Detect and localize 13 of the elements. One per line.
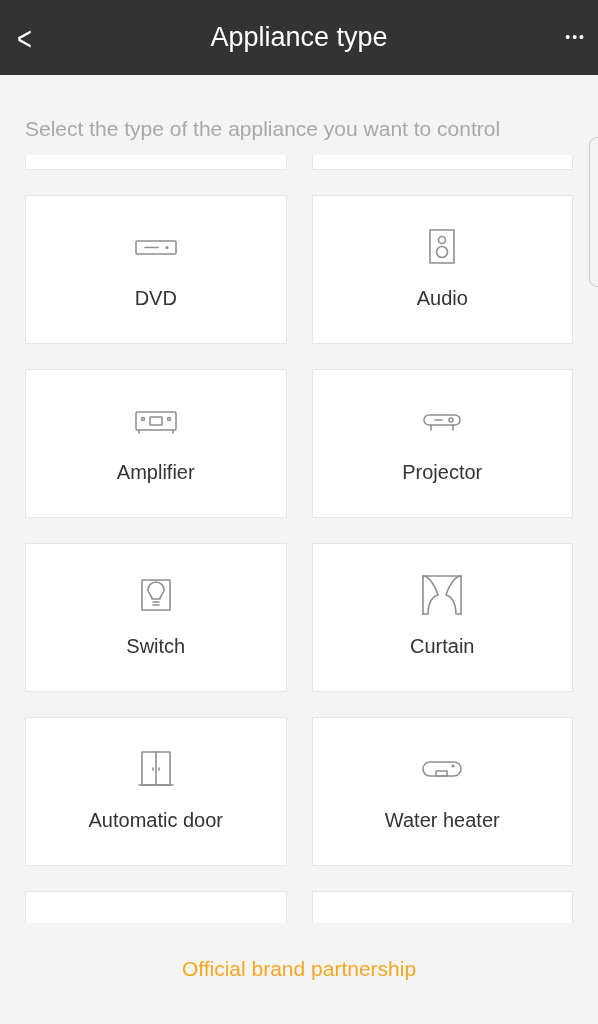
appliance-card[interactable]: Water heater xyxy=(311,716,573,866)
appliance-card[interactable]: Amplifier xyxy=(25,368,287,518)
appliance-card[interactable]: Audio xyxy=(311,194,573,344)
more-button[interactable]: ••• xyxy=(546,27,586,48)
appliance-card[interactable]: DVD xyxy=(25,194,287,344)
page-title: Appliance type xyxy=(210,21,388,55)
appliance-card[interactable]: Switch xyxy=(25,542,287,692)
appliance-card[interactable]: Projector xyxy=(311,368,573,518)
instruction-text: Select the type of the appliance you want to control xyxy=(24,116,502,142)
back-button[interactable]: < xyxy=(17,20,47,55)
appliance-card[interactable]: Automatic door xyxy=(25,716,287,866)
appliance-card[interactable]: Curtain xyxy=(311,542,573,692)
curtain-icon xyxy=(420,573,465,617)
